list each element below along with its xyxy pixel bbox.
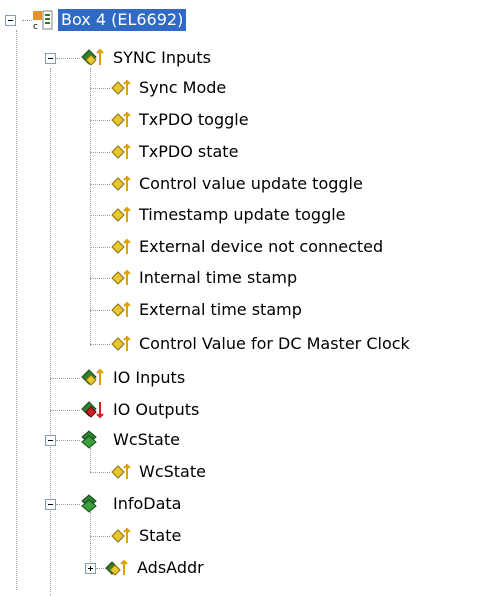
output-group-icon xyxy=(80,399,106,421)
input-variable-icon xyxy=(110,333,132,355)
tree-item-control-value-dc-master-clock[interactable]: Control Value for DC Master Clock xyxy=(110,329,413,359)
input-variable-icon xyxy=(110,204,132,226)
collapse-toggle-wcstate[interactable] xyxy=(45,435,56,446)
tree-item-label: Internal time stamp xyxy=(139,268,298,287)
input-variable-icon xyxy=(110,267,132,289)
tree-item-label: IO Inputs xyxy=(113,368,186,387)
tree-item-txpdo-toggle[interactable]: TxPDO toggle xyxy=(110,105,252,135)
tree-item-box4[interactable]: c Box 4 (EL6692) xyxy=(32,5,187,35)
input-variable-icon xyxy=(110,173,132,195)
input-group-icon xyxy=(80,47,106,69)
tree-item-label: External device not connected xyxy=(139,237,384,256)
tree-guide-line xyxy=(90,68,91,346)
tree-item-label: SYNC Inputs xyxy=(113,48,211,67)
tree-guide-line xyxy=(90,120,110,121)
tree-guide-line xyxy=(90,472,110,473)
tree-guide-line xyxy=(50,378,80,379)
tree-item-label: Sync Mode xyxy=(139,78,227,97)
status-group-icon xyxy=(80,493,106,515)
tree-item-label: Box 4 (EL6692) xyxy=(58,9,187,31)
tree-item-label: WcState xyxy=(113,430,180,449)
svg-text:c: c xyxy=(33,22,38,31)
tree-item-infodata-group[interactable]: InfoData xyxy=(80,489,184,519)
collapse-toggle-sync-inputs[interactable] xyxy=(45,53,56,64)
tree-item-state[interactable]: State xyxy=(110,521,184,551)
tree-item-label: WcState xyxy=(139,462,206,481)
input-group-icon xyxy=(80,367,106,389)
expand-toggle-adsaddr[interactable] xyxy=(85,563,96,574)
tree-guide-line xyxy=(16,30,17,590)
io-tree-view: c Box 4 (EL6692) SYNC Inputs Sync Mode T… xyxy=(0,0,478,596)
tree-item-label: Control value update toggle xyxy=(139,174,363,193)
collapse-toggle-box4[interactable] xyxy=(5,15,16,26)
tree-item-wcstate[interactable]: WcState xyxy=(110,457,209,487)
tree-item-label: TxPDO state xyxy=(139,142,239,161)
tree-item-sync-inputs[interactable]: SYNC Inputs xyxy=(80,43,214,73)
tree-item-wcstate-group[interactable]: WcState xyxy=(80,425,183,455)
input-group-icon xyxy=(104,557,130,579)
input-variable-icon xyxy=(110,525,132,547)
status-group-icon xyxy=(80,429,106,451)
ethercat-box-icon: c xyxy=(32,9,54,31)
tree-guide-line xyxy=(56,58,80,59)
tree-guide-line xyxy=(56,504,80,505)
tree-item-label: AdsAddr xyxy=(137,558,204,577)
tree-guide-line xyxy=(56,440,80,441)
tree-item-io-inputs[interactable]: IO Inputs xyxy=(80,363,188,393)
tree-item-sync-mode[interactable]: Sync Mode xyxy=(110,73,229,103)
tree-item-label: Timestamp update toggle xyxy=(139,205,346,224)
tree-guide-line xyxy=(90,278,110,279)
tree-item-label: TxPDO toggle xyxy=(139,110,249,129)
tree-item-adsaddr[interactable]: AdsAddr xyxy=(104,553,207,583)
tree-guide-line xyxy=(90,184,110,185)
input-variable-icon xyxy=(110,299,132,321)
tree-item-external-device-not-connected[interactable]: External device not connected xyxy=(110,232,386,262)
input-variable-icon xyxy=(110,461,132,483)
tree-item-label: IO Outputs xyxy=(113,400,200,419)
tree-guide-line xyxy=(90,344,110,345)
tree-guide-line xyxy=(90,310,110,311)
collapse-toggle-infodata[interactable] xyxy=(45,499,56,510)
tree-guide-line xyxy=(90,152,110,153)
tree-guide-line xyxy=(50,410,80,411)
tree-guide-line xyxy=(50,68,51,596)
tree-guide-line xyxy=(90,247,110,248)
tree-item-label: State xyxy=(139,526,182,545)
tree-guide-line xyxy=(90,536,110,537)
tree-item-io-outputs[interactable]: IO Outputs xyxy=(80,395,202,425)
tree-item-internal-time-stamp[interactable]: Internal time stamp xyxy=(110,263,300,293)
tree-item-txpdo-state[interactable]: TxPDO state xyxy=(110,137,241,167)
input-variable-icon xyxy=(110,236,132,258)
tree-item-label: Control Value for DC Master Clock xyxy=(139,334,410,353)
input-variable-icon xyxy=(110,109,132,131)
input-variable-icon xyxy=(110,141,132,163)
input-variable-icon xyxy=(110,77,132,99)
tree-item-label: InfoData xyxy=(113,494,182,513)
tree-guide-line xyxy=(90,88,110,89)
tree-item-external-time-stamp[interactable]: External time stamp xyxy=(110,295,305,325)
tree-guide-line xyxy=(22,20,32,21)
tree-item-control-value-update-toggle[interactable]: Control value update toggle xyxy=(110,169,366,199)
tree-guide-line xyxy=(90,215,110,216)
tree-item-timestamp-update-toggle[interactable]: Timestamp update toggle xyxy=(110,200,349,230)
tree-item-label: External time stamp xyxy=(139,300,302,319)
